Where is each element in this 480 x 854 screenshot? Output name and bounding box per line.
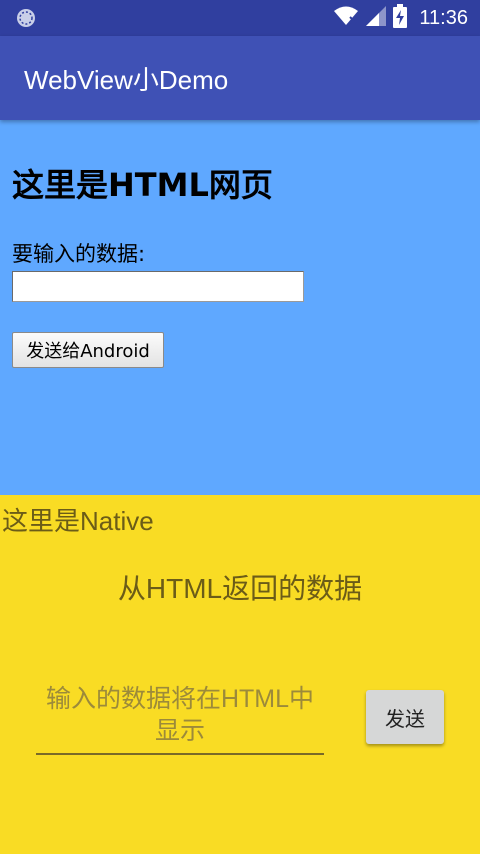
wifi-icon xyxy=(333,5,359,31)
web-data-input[interactable] xyxy=(12,271,304,302)
app-notification-icon xyxy=(16,8,36,28)
native-panel: 这里是Native 从HTML返回的数据 输入的数据将在HTML中显示 发送 xyxy=(0,495,480,854)
cell-signal-icon xyxy=(365,5,387,31)
native-data-input[interactable]: 输入的数据将在HTML中显示 xyxy=(36,683,324,755)
html-result-text: 从HTML返回的数据 xyxy=(117,573,363,604)
native-send-button[interactable]: 发送 xyxy=(366,690,444,744)
status-time: 11:36 xyxy=(419,6,468,29)
web-heading: 这里是HTML网页 xyxy=(12,166,273,204)
status-bar: 11:36 xyxy=(0,0,480,36)
battery-charging-icon xyxy=(393,4,408,32)
native-label: 这里是Native xyxy=(2,506,154,536)
send-to-android-button[interactable]: 发送给Android xyxy=(12,332,164,368)
webview-panel: 这里是HTML网页 要输入的数据: 发送给Android xyxy=(0,120,480,495)
app-bar: WebView小Demo xyxy=(0,36,480,120)
app-title: WebView小Demo xyxy=(24,65,229,95)
web-input-label: 要输入的数据: xyxy=(12,242,146,266)
native-input-placeholder: 输入的数据将在HTML中显示 xyxy=(45,685,315,745)
